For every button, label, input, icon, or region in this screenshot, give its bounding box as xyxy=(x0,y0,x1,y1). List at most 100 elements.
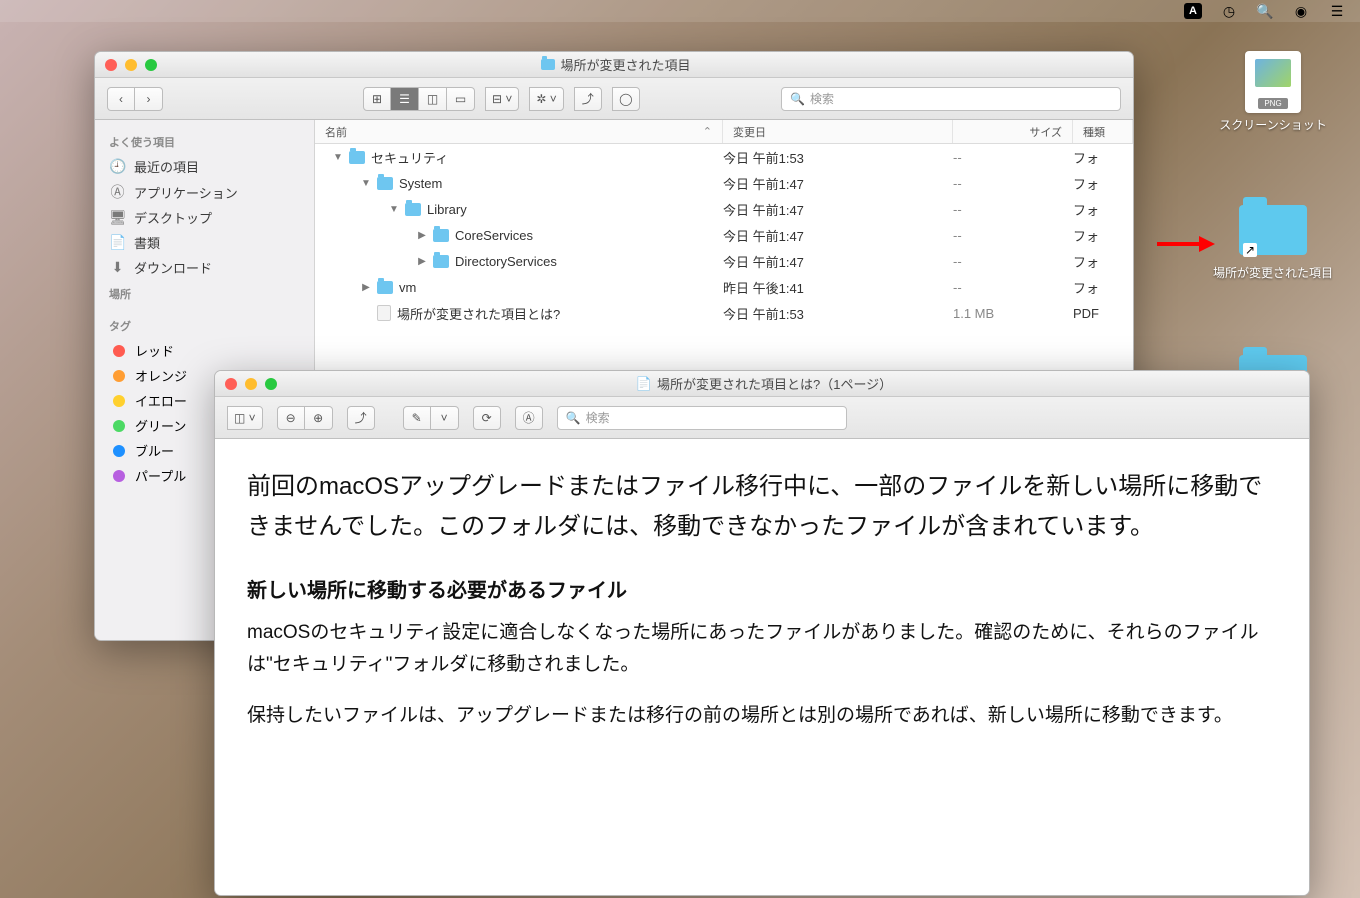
list-view-button[interactable]: ☰ xyxy=(391,87,419,111)
sidebar-tag-label: グリーン xyxy=(135,416,186,435)
file-size: -- xyxy=(953,150,1073,165)
column-name[interactable]: 名前⌃ xyxy=(315,120,723,143)
file-kind: フォ xyxy=(1073,252,1133,271)
desktop-icon-label: スクリーンショット xyxy=(1208,116,1338,133)
siri-icon[interactable]: ◉ xyxy=(1292,2,1310,20)
table-row[interactable]: ▶DirectoryServices今日 午前1:47--フォ xyxy=(315,248,1133,274)
column-kind[interactable]: 種類 xyxy=(1073,120,1133,143)
menu-list-icon[interactable]: ☰ xyxy=(1328,2,1346,20)
file-name: CoreServices xyxy=(455,228,533,243)
minimize-button[interactable] xyxy=(125,59,137,71)
table-row[interactable]: ▼Library今日 午前1:47--フォ xyxy=(315,196,1133,222)
zoom-button[interactable] xyxy=(265,378,277,390)
back-button[interactable]: ‹ xyxy=(107,87,135,111)
file-date: 昨日 午後1:41 xyxy=(723,278,953,297)
file-name: vm xyxy=(399,280,416,295)
tags-button[interactable]: ◯ xyxy=(612,87,640,111)
search-input[interactable]: 🔍検索 xyxy=(781,87,1121,111)
table-row[interactable]: ▼セキュリティ今日 午前1:53--フォ xyxy=(315,144,1133,170)
file-date: 今日 午前1:53 xyxy=(723,304,953,323)
desktop-icon-relocated-items[interactable]: 場所が変更された項目 xyxy=(1208,200,1338,281)
finder-toolbar: ‹ › ⊞ ☰ ◫ ▭ ⊟ ˅ ✲ ˅ ⤴ ◯ 🔍検索 xyxy=(95,78,1133,120)
action-button[interactable]: ✲ ˅ xyxy=(529,87,563,111)
search-input[interactable]: 🔍検索 xyxy=(557,406,847,430)
file-name: 場所が変更された項目とは? xyxy=(397,304,560,323)
file-date: 今日 午前1:47 xyxy=(723,252,953,271)
forward-button[interactable]: › xyxy=(135,87,163,111)
file-name: DirectoryServices xyxy=(455,254,557,269)
sidebar-tag-label: パープル xyxy=(135,466,186,485)
desktop-icon-screenshot[interactable]: PNG スクリーンショット xyxy=(1208,52,1338,133)
finder-titlebar[interactable]: 場所が変更された項目 xyxy=(95,52,1133,78)
file-kind: PDF xyxy=(1073,306,1133,321)
file-kind: フォ xyxy=(1073,200,1133,219)
file-size: -- xyxy=(953,202,1073,217)
sidebar-item[interactable]: 📄 書類 xyxy=(95,230,314,255)
spotlight-icon[interactable]: 🔍 xyxy=(1256,2,1274,20)
zoom-button[interactable] xyxy=(145,59,157,71)
icon-view-button[interactable]: ⊞ xyxy=(363,87,391,111)
sidebar-header-locations: 場所 xyxy=(95,280,314,306)
file-size: 1.1 MB xyxy=(953,306,1073,321)
download-icon: ⬇ xyxy=(109,259,126,276)
column-date[interactable]: 変更日 xyxy=(723,120,953,143)
markup-button[interactable]: Ⓐ xyxy=(515,406,543,430)
file-name: System xyxy=(399,176,442,191)
disclosure-triangle[interactable]: ▼ xyxy=(333,152,343,163)
rotate-button[interactable]: ⟳ xyxy=(473,406,501,430)
file-date: 今日 午前1:47 xyxy=(723,226,953,245)
disclosure-triangle[interactable]: ▶ xyxy=(417,230,427,241)
clock-icon: 🕘 xyxy=(109,158,126,175)
sidebar-tag[interactable]: レッド xyxy=(95,338,314,363)
document-paragraph: 前回のmacOSアップグレードまたはファイル移行中に、一部のファイルを新しい場所… xyxy=(247,467,1277,546)
column-headers: 名前⌃ 変更日 サイズ 種類 xyxy=(315,120,1133,144)
sidebar-tag-label: オレンジ xyxy=(135,366,187,385)
share-button[interactable]: ⤴ xyxy=(347,406,375,430)
file-kind: フォ xyxy=(1073,226,1133,245)
document-icon xyxy=(377,305,391,321)
file-name: セキュリティ xyxy=(371,148,448,167)
disclosure-triangle[interactable]: ▼ xyxy=(361,178,371,189)
preview-toolbar: ◫ ˅ ⊖ ⊕ ⤴ ✎ ˅ ⟳ Ⓐ 🔍検索 xyxy=(215,397,1309,439)
disclosure-triangle[interactable]: ▶ xyxy=(417,256,427,267)
document-paragraph: macOSのセキュリティ設定に適合しなくなった場所にあったファイルがありました。… xyxy=(247,617,1277,682)
zoom-out-button[interactable]: ⊖ xyxy=(277,406,305,430)
sidebar-item-label: デスクトップ xyxy=(134,208,212,227)
docs-icon: 📄 xyxy=(109,234,126,251)
preview-titlebar[interactable]: 📄場所が変更された項目とは?（1ページ） xyxy=(215,371,1309,397)
table-row[interactable]: ▼System今日 午前1:47--フォ xyxy=(315,170,1133,196)
sidebar-item-label: 最近の項目 xyxy=(134,157,199,176)
sidebar-item-label: 書類 xyxy=(134,233,160,252)
preview-content[interactable]: 前回のmacOSアップグレードまたはファイル移行中に、一部のファイルを新しい場所… xyxy=(215,439,1309,895)
tag-color-dot xyxy=(113,470,125,482)
column-view-button[interactable]: ◫ xyxy=(419,87,447,111)
close-button[interactable] xyxy=(225,378,237,390)
annotation-arrow xyxy=(1155,232,1215,261)
minimize-button[interactable] xyxy=(245,378,257,390)
arrange-button[interactable]: ⊟ ˅ xyxy=(485,87,519,111)
file-date: 今日 午前1:47 xyxy=(723,200,953,219)
window-title: 📄場所が変更された項目とは?（1ページ） xyxy=(277,374,1251,393)
input-source-icon[interactable]: A xyxy=(1184,3,1202,19)
table-row[interactable]: ▶CoreServices今日 午前1:47--フォ xyxy=(315,222,1133,248)
sidebar-item[interactable]: ⬇ダウンロード xyxy=(95,255,314,280)
table-row[interactable]: 場所が変更された項目とは? 今日 午前1:531.1 MBPDF xyxy=(315,300,1133,326)
sidebar-header-favorites: よく使う項目 xyxy=(95,128,314,154)
document-icon: 📄 xyxy=(636,376,652,392)
zoom-in-button[interactable]: ⊕ xyxy=(305,406,333,430)
column-size[interactable]: サイズ xyxy=(953,120,1073,143)
share-button[interactable]: ⤴ xyxy=(574,87,602,111)
gallery-view-button[interactable]: ▭ xyxy=(447,87,475,111)
sidebar-button[interactable]: ◫ ˅ xyxy=(227,406,263,430)
clock-icon[interactable]: ◷ xyxy=(1220,2,1238,20)
close-button[interactable] xyxy=(105,59,117,71)
file-size: -- xyxy=(953,280,1073,295)
highlight-menu-button[interactable]: ˅ xyxy=(431,406,459,430)
disclosure-triangle[interactable]: ▼ xyxy=(389,204,399,215)
sidebar-item[interactable]: 🕘 最近の項目 xyxy=(95,154,314,179)
sidebar-item[interactable]: Ⓐアプリケーション xyxy=(95,179,314,205)
highlight-button[interactable]: ✎ xyxy=(403,406,431,430)
disclosure-triangle[interactable]: ▶ xyxy=(361,282,371,293)
sidebar-item[interactable]: 🖥デスクトップ xyxy=(95,205,314,230)
table-row[interactable]: ▶vm昨日 午後1:41--フォ xyxy=(315,274,1133,300)
